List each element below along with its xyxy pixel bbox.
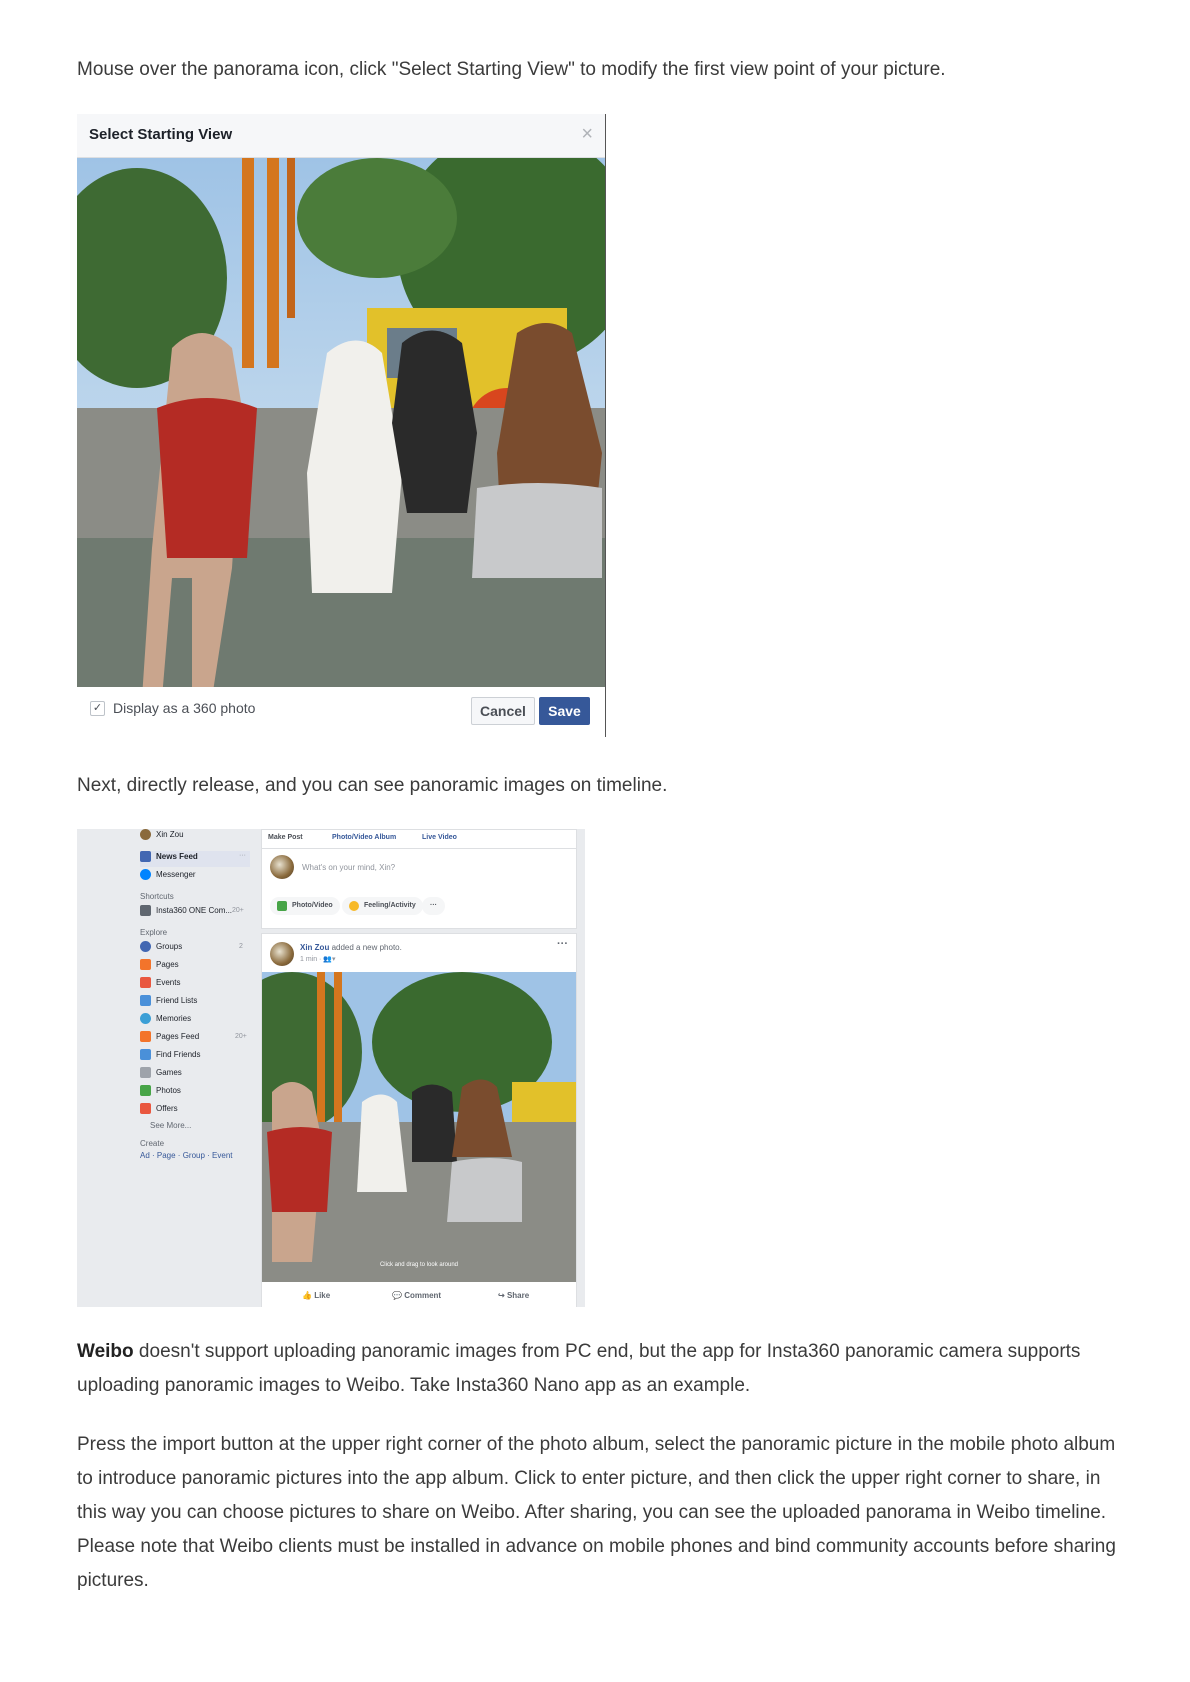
nav-item-groups[interactable]: Groups — [140, 941, 182, 957]
weibo-paragraph: Weibo doesn't support uploading panorami… — [77, 1335, 1117, 1403]
photo-icon — [277, 901, 287, 911]
weibo-text: doesn't support uploading panoramic imag… — [77, 1341, 1081, 1396]
smiley-icon — [349, 901, 359, 911]
save-button[interactable]: Save — [539, 697, 590, 725]
post-author: Xin Zou added a new photo. — [300, 943, 402, 952]
audience-icon[interactable]: 👥▾ — [323, 956, 335, 963]
panorama-preview[interactable] — [77, 158, 605, 687]
nav-user[interactable]: Xin Zou — [140, 829, 184, 845]
pages-feed-icon — [140, 1031, 151, 1042]
shortcuts-heading: Shortcuts — [140, 892, 174, 901]
pages-icon — [140, 959, 151, 970]
avatar — [270, 855, 294, 879]
share-icon: ↪ — [498, 1291, 507, 1300]
comment-button[interactable]: 💬 Comment — [392, 1291, 441, 1300]
nav-item-events[interactable]: Events — [140, 977, 180, 993]
nav-item-offers[interactable]: Offers — [140, 1103, 178, 1119]
news-feed-more-icon[interactable]: ··· — [239, 852, 246, 859]
comment-icon: 💬 — [392, 1291, 405, 1300]
avatar — [270, 942, 294, 966]
news-feed-icon — [140, 851, 151, 862]
tab-live-video[interactable]: Live Video — [422, 834, 457, 841]
nav-item-messenger[interactable]: Messenger — [140, 869, 196, 885]
like-button[interactable]: 👍 Like — [302, 1291, 330, 1300]
dialog-header: Select Starting View × — [77, 114, 605, 158]
drag-hint: Click and drag to look around — [379, 1262, 459, 1268]
offers-icon — [140, 1103, 151, 1114]
games-icon — [140, 1067, 151, 1078]
nav-item-news-feed[interactable]: News Feed — [140, 851, 250, 867]
timeline-post: Xin Zou added a new photo. 1 min · 👥▾ ··… — [261, 933, 577, 1307]
facebook-timeline-screenshot: Xin Zou News Feed ··· Messenger Shortcut… — [77, 829, 585, 1307]
memories-icon — [140, 1013, 151, 1024]
release-paragraph: Next, directly release, and you can see … — [77, 775, 668, 796]
messenger-icon — [140, 869, 151, 880]
group-icon — [140, 905, 151, 916]
create-heading: Create — [140, 1139, 165, 1148]
dialog-footer: ✓ Display as a 360 photo Cancel Save — [77, 687, 605, 737]
post-options-icon[interactable]: ··· — [557, 938, 568, 950]
groups-icon — [140, 941, 151, 952]
left-nav: Xin Zou News Feed ··· Messenger Shortcut… — [77, 829, 261, 1307]
nav-item-photos[interactable]: Photos — [140, 1085, 181, 1101]
thumbs-up-icon: 👍 — [302, 1291, 315, 1300]
weibo-bold: Weibo — [77, 1341, 134, 1362]
tab-make-post[interactable]: Make Post — [268, 834, 303, 841]
display-360-label: Display as a 360 photo — [113, 700, 256, 716]
create-links[interactable]: Ad · Page · Group · Event — [140, 1151, 233, 1167]
panorama-photo — [262, 972, 576, 1282]
tab-photo-video-album[interactable]: Photo/Video Album — [332, 834, 396, 841]
more-options-button[interactable]: ··· — [422, 897, 445, 915]
events-icon — [140, 977, 151, 988]
nav-item-friend-lists[interactable]: Friend Lists — [140, 995, 197, 1011]
post-meta: 1 min · 👥▾ — [300, 956, 336, 963]
panorama-photo — [77, 158, 605, 687]
nav-item-games[interactable]: Games — [140, 1067, 182, 1083]
nav-item-find-friends[interactable]: Find Friends — [140, 1049, 200, 1065]
intro-paragraph: Mouse over the panorama icon, click "Sel… — [77, 59, 946, 80]
find-friends-icon — [140, 1049, 151, 1060]
display-360-checkbox[interactable]: ✓ — [90, 701, 105, 716]
nav-item-memories[interactable]: Memories — [140, 1013, 191, 1029]
dialog-title: Select Starting View — [89, 126, 233, 143]
select-starting-view-dialog: Select Starting View × ✓ Display as a 36… — [77, 114, 606, 737]
share-button[interactable]: ↪ Share — [498, 1291, 529, 1300]
avatar — [140, 829, 151, 840]
nav-item-shortcut[interactable]: Insta360 ONE Com... — [140, 905, 232, 921]
close-icon[interactable]: × — [581, 123, 593, 146]
panorama-post-photo[interactable]: Click and drag to look around — [262, 972, 576, 1282]
photos-icon — [140, 1085, 151, 1096]
status-input[interactable]: What's on your mind, Xin? — [302, 863, 395, 872]
nav-item-pages-feed[interactable]: Pages Feed — [140, 1031, 199, 1047]
see-more-link[interactable]: See More... — [150, 1121, 191, 1137]
pages-feed-count: 20+ — [235, 1033, 247, 1040]
divider — [262, 848, 576, 849]
nav-item-pages[interactable]: Pages — [140, 959, 179, 975]
feeling-activity-button[interactable]: Feeling/Activity — [342, 897, 423, 915]
photo-video-button[interactable]: Photo/Video — [270, 897, 340, 915]
friend-lists-icon — [140, 995, 151, 1006]
shortcut-count: 20+ — [232, 907, 244, 914]
post-composer: Make Post Photo/Video Album Live Video W… — [261, 829, 577, 929]
instructions-paragraph: Press the import button at the upper rig… — [77, 1434, 1116, 1591]
groups-count: 2 — [239, 943, 243, 950]
explore-heading: Explore — [140, 928, 168, 937]
cancel-button[interactable]: Cancel — [471, 697, 535, 725]
